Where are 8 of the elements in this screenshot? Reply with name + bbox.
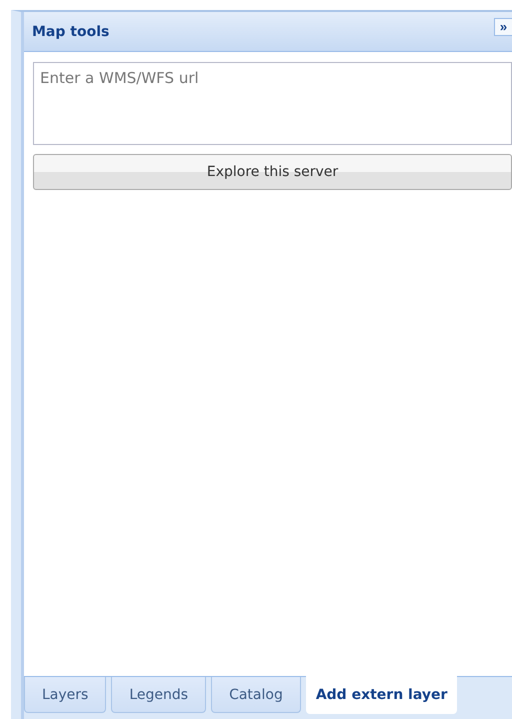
tab[interactable]: Catalog xyxy=(211,677,301,713)
panel-title: Map tools xyxy=(32,24,110,40)
collapse-button[interactable]: » xyxy=(494,18,512,36)
explore-button[interactable]: Explore this server xyxy=(33,154,512,190)
tab[interactable]: Legends xyxy=(111,677,206,713)
tab[interactable]: Layers xyxy=(24,677,106,713)
tab[interactable]: Add extern layer xyxy=(306,676,458,714)
url-field[interactable]: Enter a WMS/WFS url xyxy=(33,62,512,145)
